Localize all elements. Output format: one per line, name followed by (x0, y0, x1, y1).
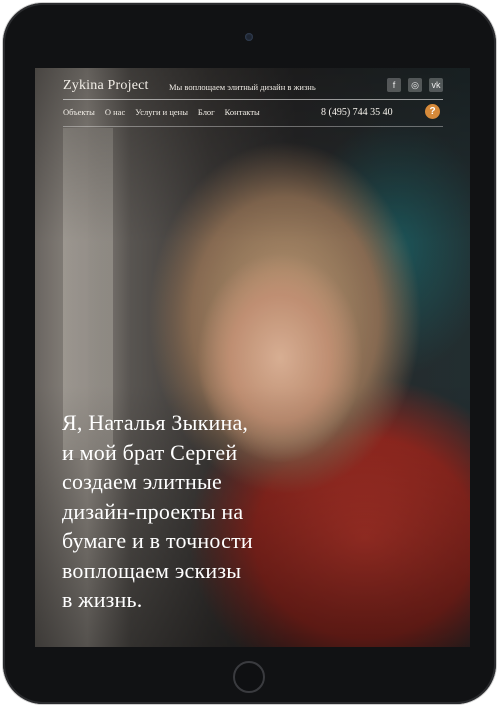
help-button[interactable]: ? (425, 104, 440, 119)
home-button[interactable] (233, 661, 265, 693)
hero-line: в жизнь. (62, 587, 143, 612)
phone-link[interactable]: 8 (495) 744 35 40 (321, 107, 393, 118)
hero-line: создаем элитные (62, 469, 222, 494)
nav-item-blog[interactable]: Блог (198, 107, 215, 117)
header-divider (63, 99, 443, 100)
vk-icon[interactable]: vk (429, 78, 443, 92)
brand-logo[interactable]: Zykina Project (63, 78, 149, 94)
social-links: f ◎ vk (387, 78, 443, 92)
instagram-icon[interactable]: ◎ (408, 78, 422, 92)
screen: Zykina Project Мы воплощаем элитный диза… (35, 68, 470, 647)
nav-item-objects[interactable]: Объекты (63, 107, 95, 117)
main-nav: Объекты О нас Услуги и цены Блог Контакт… (63, 104, 443, 127)
tablet-frame: Zykina Project Мы воплощаем элитный диза… (3, 3, 496, 704)
hero-line: Я, Наталья Зыкина, (62, 410, 249, 435)
tagline: Мы воплощаем элитный дизайн в жизнь (169, 82, 316, 92)
hero-text: Я, Наталья Зыкина, и мой брат Сергей соз… (62, 408, 362, 615)
nav-item-services[interactable]: Услуги и цены (135, 107, 188, 117)
nav-item-contacts[interactable]: Контакты (225, 107, 260, 117)
hero-line: дизайн-проекты на (62, 498, 244, 524)
hero-line: и мой брат Сергей (62, 439, 238, 465)
nav-item-about[interactable]: О нас (105, 107, 125, 117)
hero-line: бумаге и в точности (62, 528, 253, 553)
nav-divider (63, 126, 443, 127)
camera-icon (245, 33, 253, 41)
hero-line: воплощаем эскизы (62, 557, 242, 583)
facebook-icon[interactable]: f (387, 78, 401, 92)
